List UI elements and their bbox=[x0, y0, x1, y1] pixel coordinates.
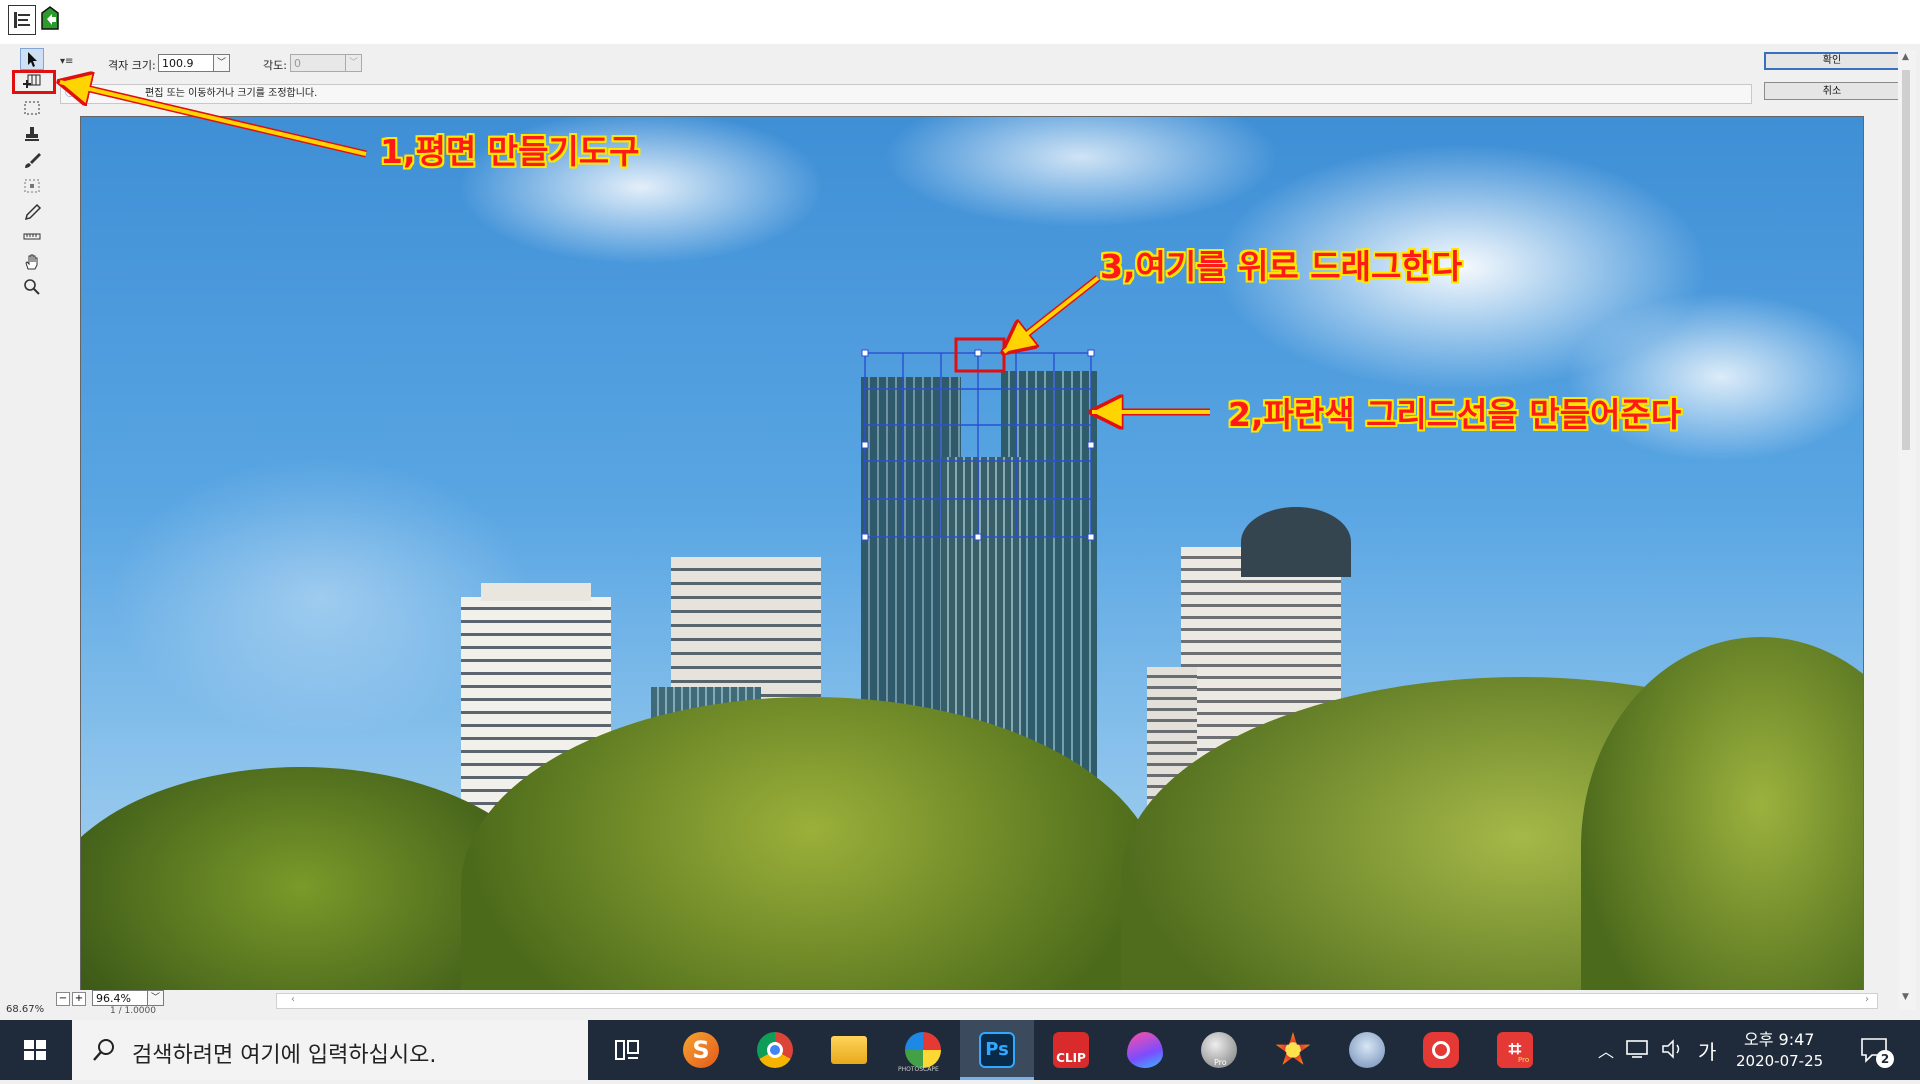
color-drop-icon bbox=[1127, 1032, 1163, 1068]
taskbar-photoshop[interactable]: Ps bbox=[960, 1020, 1034, 1080]
task-view-icon bbox=[615, 1040, 639, 1060]
underlying-doc-info: 1 / 1.0000 bbox=[110, 1006, 156, 1016]
volume-icon[interactable] bbox=[1660, 1038, 1686, 1060]
photoscape-icon bbox=[905, 1032, 941, 1068]
taskbar-app-pro[interactable]: Pro bbox=[1182, 1020, 1256, 1080]
task-view-button[interactable] bbox=[590, 1020, 664, 1080]
scroll-left-icon[interactable]: ‹ bbox=[291, 994, 295, 1005]
windows-taskbar: 검색하려면 여기에 입력하십시오. S PHOTOSCAPE Ps CLIP P… bbox=[0, 1020, 1920, 1080]
taskbar-app-star[interactable] bbox=[1256, 1020, 1330, 1080]
taskbar-file-explorer[interactable] bbox=[812, 1020, 886, 1080]
taskbar-color-drop[interactable] bbox=[1108, 1020, 1182, 1080]
camera-icon bbox=[1423, 1032, 1459, 1068]
taskbar-app-bird[interactable] bbox=[1330, 1020, 1404, 1080]
app-s-icon: S bbox=[683, 1032, 719, 1068]
search-placeholder: 검색하려면 여기에 입력하십시오. bbox=[132, 1043, 437, 1068]
ime-indicator[interactable]: 가 bbox=[1698, 1036, 1716, 1065]
clip-icon: CLIP bbox=[1053, 1032, 1089, 1068]
taskbar-photoscape[interactable]: PHOTOSCAPE bbox=[886, 1020, 960, 1080]
scroll-right-icon[interactable]: › bbox=[1865, 994, 1869, 1005]
tray-chevron-up-icon[interactable]: ︿ bbox=[1598, 1038, 1614, 1062]
notification-badge: 2 bbox=[1876, 1050, 1894, 1068]
taskbar-app-camera[interactable] bbox=[1404, 1020, 1478, 1080]
chrome-icon bbox=[757, 1032, 793, 1068]
star-burst-icon bbox=[1275, 1032, 1311, 1065]
folder-icon bbox=[831, 1036, 867, 1064]
horizontal-scrollbar[interactable]: ‹ › bbox=[276, 993, 1878, 1009]
network-icon[interactable] bbox=[1624, 1038, 1650, 1060]
taskbar-chrome[interactable] bbox=[738, 1020, 812, 1080]
zoom-in-button[interactable]: + bbox=[72, 992, 86, 1006]
photoshop-label: Ps bbox=[985, 1039, 1009, 1060]
zoom-out-button[interactable]: − bbox=[56, 992, 70, 1006]
taskbar-search-box[interactable]: 검색하려면 여기에 입력하십시오. bbox=[72, 1020, 588, 1080]
underlying-zoom-partial: 68.67% bbox=[6, 1004, 45, 1015]
windows-logo-icon bbox=[24, 1040, 46, 1060]
clip-label: CLIP bbox=[1056, 1051, 1086, 1065]
start-button[interactable] bbox=[0, 1020, 70, 1080]
taskbar-clip[interactable]: CLIP bbox=[1034, 1020, 1108, 1080]
app-pro-label: Pro bbox=[1214, 1058, 1227, 1067]
app-crop-label: Pro bbox=[1518, 1056, 1530, 1064]
clock-date[interactable]: 2020-07-25 bbox=[1736, 1052, 1823, 1070]
zoom-level-input[interactable]: 96.4% bbox=[92, 990, 148, 1006]
photoshop-icon: Ps bbox=[979, 1032, 1015, 1068]
zoom-level-dropdown[interactable]: ﹀ bbox=[147, 990, 164, 1006]
annotation-note-1: 1,평면 만들기도구 bbox=[380, 132, 640, 171]
annotation-arrows bbox=[0, 0, 1210, 1020]
system-tray: ︿ 가 오후 9:47 2020-07-25 2 bbox=[1580, 1020, 1920, 1080]
clock-time[interactable]: 오후 9:47 bbox=[1744, 1026, 1814, 1050]
taskbar-app-s[interactable]: S bbox=[664, 1020, 738, 1080]
search-icon bbox=[93, 1039, 114, 1061]
annotation-note-3: 3,여기를 위로 드래그한다 bbox=[1100, 247, 1463, 286]
photoscape-label: PHOTOSCAPE bbox=[898, 1066, 939, 1073]
annotation-note-2: 2,파란색 그리드선을 만들어준다 bbox=[1228, 395, 1682, 434]
bird-icon bbox=[1349, 1032, 1385, 1068]
taskbar-app-crop[interactable]: ⌗ Pro bbox=[1478, 1020, 1552, 1080]
